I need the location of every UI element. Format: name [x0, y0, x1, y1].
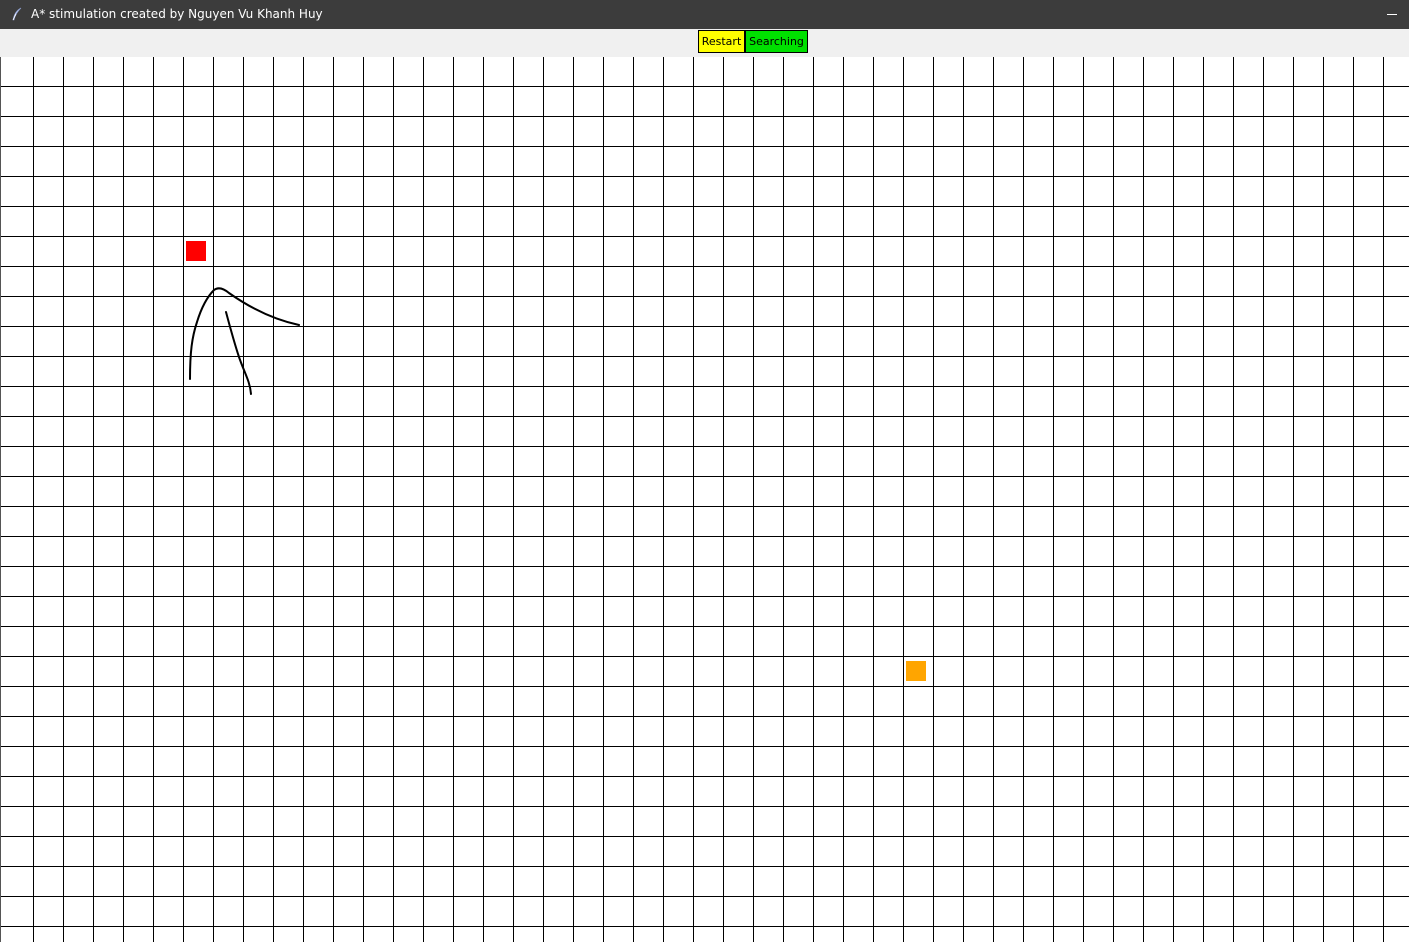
feather-icon	[12, 7, 22, 21]
minimize-icon[interactable]	[1375, 0, 1409, 29]
end-node[interactable]	[906, 661, 926, 681]
app-window: A* stimulation created by Nguyen Vu Khan…	[0, 0, 1409, 942]
grid-lines	[1, 57, 1409, 942]
grid-svg[interactable]	[1, 57, 1409, 942]
barrier-stroke	[225, 311, 252, 395]
window-title: A* stimulation created by Nguyen Vu Khan…	[31, 7, 323, 21]
barrier-stroke	[189, 287, 300, 380]
searching-button[interactable]: Searching	[745, 30, 808, 53]
restart-button[interactable]: Restart	[698, 30, 745, 53]
title-bar: A* stimulation created by Nguyen Vu Khan…	[0, 0, 1409, 29]
grid-canvas[interactable]	[0, 57, 1409, 942]
start-node[interactable]	[186, 241, 206, 261]
toolbar: Restart Searching	[0, 29, 1409, 57]
